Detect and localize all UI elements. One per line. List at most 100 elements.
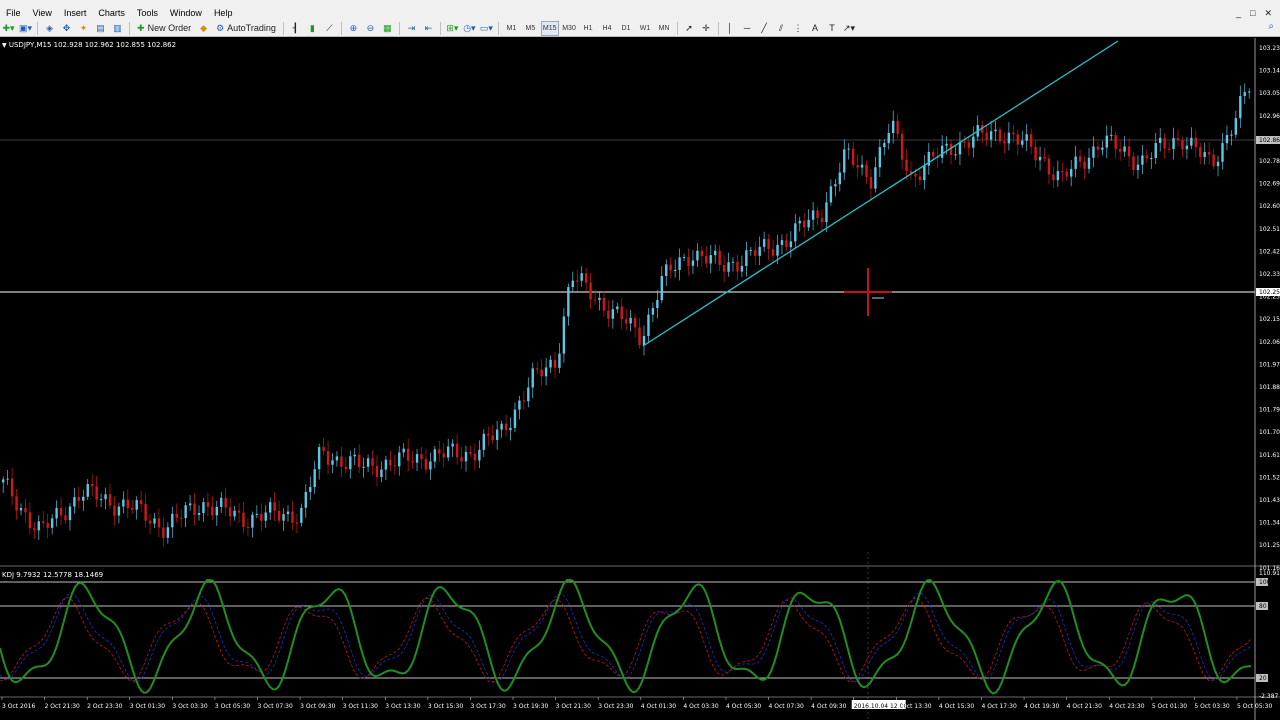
bearish-candle [820, 218, 824, 223]
bearish-candle [438, 449, 441, 454]
bullish-candle [825, 202, 828, 223]
bullish-candle [1234, 118, 1238, 135]
price-axis-label: 101.340 [1259, 520, 1280, 527]
bearish-candle [162, 527, 165, 538]
bearish-candle [576, 280, 579, 282]
bearish-candle [803, 220, 806, 228]
time-axis-label: 5 Oct 01:30 [1152, 703, 1187, 710]
bullish-candle [598, 297, 601, 301]
bullish-candle [1070, 168, 1073, 177]
bearish-candle [593, 299, 597, 301]
price-chart[interactable]: 103.230 103.140 103.050 102.960 102.862 102.7… [0, 0, 1280, 720]
kdj-k-line [0, 578, 1252, 695]
time-axis-label: 3 Oct 13:30 [385, 703, 420, 710]
bearish-candle [1167, 148, 1171, 150]
bearish-candle [754, 250, 757, 256]
bullish-candle [335, 456, 339, 461]
bearish-candle [620, 306, 623, 320]
bullish-candle [1025, 134, 1028, 141]
bullish-candle [616, 306, 619, 310]
time-axis-label: 3 Oct 2016 [2, 703, 35, 710]
bullish-candle [1021, 140, 1024, 145]
bearish-candle [33, 528, 36, 531]
bearish-candle [900, 133, 904, 160]
price-axis-label: 102.330 [1259, 271, 1280, 278]
bullish-candle [402, 448, 405, 453]
bullish-candle [567, 287, 570, 317]
bearish-candle [1114, 135, 1117, 149]
bearish-candle [896, 120, 899, 134]
bullish-candle [233, 510, 236, 517]
bearish-candle [424, 459, 428, 470]
price-axis-label: 103.230 [1259, 45, 1280, 52]
kdj-axis-label: 110.917 [1259, 570, 1280, 577]
bearish-candle [113, 505, 116, 516]
bearish-candle [522, 400, 526, 402]
bearish-candle [998, 129, 1002, 142]
bullish-candle [1239, 96, 1242, 119]
price-axis-label: 101.250 [1259, 542, 1280, 549]
bullish-candle [562, 316, 566, 354]
bearish-candle [211, 506, 214, 516]
bullish-candle [794, 223, 797, 242]
bearish-candle [687, 256, 690, 266]
bearish-candle [1043, 156, 1046, 159]
bullish-candle [309, 487, 312, 492]
bullish-candle [696, 250, 699, 261]
bullish-candle [451, 443, 454, 447]
price-axis-label: 102.060 [1259, 339, 1280, 346]
trendline [642, 40, 1119, 347]
bearish-candle [504, 423, 508, 431]
time-axis-label: 5 Oct 03:30 [1194, 703, 1229, 710]
bullish-candle [1203, 152, 1206, 157]
bearish-candle [473, 453, 477, 461]
bearish-candle [963, 141, 966, 143]
bullish-candle [251, 514, 254, 528]
bullish-candle [994, 129, 997, 132]
bullish-candle [709, 255, 712, 264]
bullish-candle [215, 506, 218, 516]
bearish-candle [420, 454, 423, 460]
bearish-candle [722, 265, 726, 272]
bullish-candle [220, 497, 223, 507]
bearish-candle [10, 478, 14, 497]
bullish-candle [82, 496, 85, 501]
bullish-candle [366, 458, 370, 467]
time-axis-label: 3 Oct 19:30 [513, 703, 548, 710]
bullish-candle [1123, 146, 1126, 152]
chart-header-arrow-icon: ▼ [2, 42, 7, 49]
kdj-axis-label: 100 [1259, 579, 1271, 586]
bullish-candle [558, 353, 561, 368]
time-axis-label: 3 Oct 17:30 [470, 703, 505, 710]
bearish-candle [736, 261, 739, 272]
bullish-candle [349, 456, 352, 470]
bearish-candle [322, 447, 325, 452]
bullish-candle [1056, 171, 1060, 181]
bearish-candle [1118, 148, 1122, 152]
bullish-candle [673, 269, 677, 271]
price-axis-label: 102.780 [1259, 158, 1280, 165]
bullish-candle [1007, 132, 1011, 144]
bearish-candle [1096, 146, 1100, 150]
bullish-candle [68, 506, 72, 521]
bullish-candle [1110, 135, 1113, 137]
kdj-lines [0, 578, 1252, 695]
bearish-candle [1016, 134, 1019, 145]
bearish-candle [28, 512, 32, 529]
time-axis-label: 4 Oct 13:30 [896, 703, 931, 710]
bearish-candle [851, 148, 855, 166]
price-axis-label: 102.960 [1259, 113, 1280, 120]
bullish-candle [762, 239, 766, 247]
bullish-candle [989, 131, 993, 140]
bearish-candle [77, 497, 81, 501]
bullish-candle [1185, 145, 1189, 150]
price-axis-label: 102.600 [1259, 203, 1280, 210]
bearish-candle [1029, 134, 1033, 147]
bearish-candle [206, 502, 210, 507]
bearish-candle [411, 460, 414, 463]
bullish-candle [153, 518, 156, 524]
bullish-candle [878, 147, 882, 168]
bullish-candle [883, 143, 886, 148]
price-axis-label: 101.790 [1259, 407, 1280, 414]
bearish-candle [358, 454, 361, 468]
